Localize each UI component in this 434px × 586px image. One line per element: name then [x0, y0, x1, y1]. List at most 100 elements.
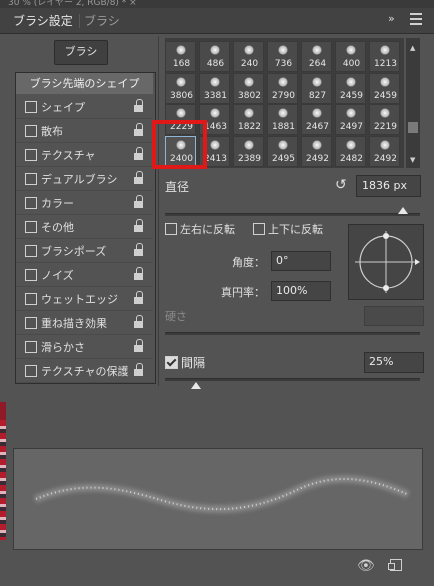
size-slider-knob[interactable] — [398, 207, 408, 214]
angle-roundness-preview[interactable] — [348, 224, 424, 300]
brush-size-label: 3381 — [204, 90, 227, 101]
brush-tip-icon — [380, 108, 390, 118]
brush-tip-icon — [312, 45, 322, 55]
option-item[interactable]: ブラシポーズ — [16, 239, 153, 263]
brush-tip-shape-item[interactable]: ブラシ先端のシェイプ — [16, 73, 153, 94]
lock-icon[interactable] — [134, 315, 144, 328]
spacing-slider-track[interactable] — [165, 378, 420, 381]
brush-preset[interactable]: 2495 — [267, 135, 298, 167]
spacing-input[interactable]: 25% — [364, 352, 424, 373]
brush-preset[interactable]: 2389 — [233, 135, 264, 167]
brush-preset[interactable]: 2459 — [369, 72, 400, 104]
roundness-input[interactable]: 100% — [271, 281, 331, 301]
option-item[interactable]: その他 — [16, 215, 153, 239]
option-item[interactable]: 重ね描き効果 — [16, 311, 153, 335]
option-item[interactable]: 滑らかさ — [16, 335, 153, 359]
brush-size-label: 486 — [206, 59, 225, 69]
brush-tip-icon — [346, 76, 356, 87]
option-checkbox[interactable] — [25, 173, 37, 185]
option-checkbox[interactable] — [25, 365, 37, 377]
brush-size-label: 2492 — [374, 153, 397, 164]
tab-brush-settings[interactable]: ブラシ設定 — [13, 12, 73, 29]
option-checkbox[interactable] — [25, 101, 37, 113]
angle-input[interactable]: 0° — [271, 251, 331, 271]
brush-preset[interactable]: 2790 — [267, 72, 298, 104]
brush-size-label: 2389 — [238, 153, 261, 164]
option-label: その他 — [41, 221, 74, 234]
brush-preset[interactable]: 736 — [267, 41, 298, 72]
flip-y-label: 上下に反転 — [268, 223, 323, 236]
brush-preset[interactable]: 2219 — [369, 104, 400, 135]
option-item[interactable]: デュアルブラシ — [16, 167, 153, 191]
brush-preset[interactable]: 240 — [233, 41, 264, 72]
option-checkbox[interactable] — [25, 149, 37, 161]
spacing-checkbox[interactable] — [165, 356, 178, 369]
grid-scrollbar[interactable] — [406, 38, 420, 168]
brush-preset[interactable]: 2497 — [335, 104, 366, 135]
size-input[interactable]: 1836 px — [356, 175, 421, 197]
brush-tip-icon — [278, 76, 288, 87]
flip-y-checkbox[interactable] — [253, 223, 265, 235]
lock-icon[interactable] — [134, 147, 144, 160]
brush-preset[interactable]: 486 — [199, 41, 230, 72]
option-item[interactable]: 散布 — [16, 119, 153, 143]
brush-preset[interactable]: 1822 — [233, 104, 264, 135]
lock-icon[interactable] — [134, 267, 144, 280]
reset-size-icon[interactable]: ↺ — [335, 177, 347, 193]
scroll-up-icon[interactable]: ▲ — [410, 44, 415, 52]
brush-preset[interactable]: 264 — [301, 41, 332, 72]
lock-icon[interactable] — [134, 339, 144, 352]
brushes-button[interactable]: ブラシ — [54, 40, 108, 65]
lock-icon[interactable] — [134, 219, 144, 232]
collapse-icon[interactable]: » — [388, 12, 395, 25]
lock-icon[interactable] — [134, 123, 144, 136]
scroll-down-icon[interactable]: ▼ — [410, 156, 415, 164]
brush-tip-icon — [380, 45, 390, 55]
panel-menu-icon[interactable] — [410, 13, 422, 28]
option-item[interactable]: カラー — [16, 191, 153, 215]
brush-preset[interactable]: 3806 — [165, 72, 196, 104]
eye-icon[interactable]: 👁 — [357, 558, 375, 574]
option-checkbox[interactable] — [25, 221, 37, 233]
lock-icon[interactable] — [134, 243, 144, 256]
option-checkbox[interactable] — [25, 317, 37, 329]
option-checkbox[interactable] — [25, 293, 37, 305]
tab-brushes[interactable]: ブラシ — [84, 12, 120, 29]
tip-preview-graphic — [355, 231, 420, 293]
option-item[interactable]: ノイズ — [16, 263, 153, 287]
option-checkbox[interactable] — [25, 125, 37, 137]
option-item[interactable]: テクスチャ — [16, 143, 153, 167]
new-preset-icon[interactable] — [388, 559, 402, 571]
lock-icon[interactable] — [134, 363, 144, 376]
brush-preset[interactable]: 2467 — [301, 104, 332, 135]
option-item[interactable]: ウェットエッジ — [16, 287, 153, 311]
brush-preset[interactable]: 3381 — [199, 72, 230, 104]
roundness-label: 真円率： — [221, 286, 265, 299]
size-slider-track[interactable] — [165, 213, 420, 216]
brush-preset[interactable]: 168 — [165, 41, 196, 72]
brush-preset[interactable]: 2482 — [335, 135, 366, 167]
brush-preset[interactable]: 1881 — [267, 104, 298, 135]
lock-icon[interactable] — [134, 291, 144, 304]
brush-preset[interactable]: 1213 — [369, 41, 400, 72]
option-item[interactable]: テクスチャの保護 — [16, 359, 153, 383]
option-checkbox[interactable] — [25, 197, 37, 209]
brush-preset[interactable]: 2492 — [301, 135, 332, 167]
option-item[interactable]: シェイプ — [16, 95, 153, 119]
brush-tip-icon — [312, 108, 322, 118]
option-checkbox[interactable] — [25, 341, 37, 353]
lock-icon[interactable] — [134, 99, 144, 112]
brush-preset[interactable]: 827 — [301, 72, 332, 104]
spacing-slider-knob[interactable] — [191, 382, 201, 389]
lock-icon[interactable] — [134, 195, 144, 208]
brush-preset[interactable]: 2459 — [335, 72, 366, 104]
lock-icon[interactable] — [134, 171, 144, 184]
option-checkbox[interactable] — [25, 269, 37, 281]
scroll-thumb[interactable] — [408, 122, 418, 133]
option-checkbox[interactable] — [25, 245, 37, 257]
flip-x-checkbox[interactable] — [165, 223, 177, 235]
brush-preset[interactable]: 3802 — [233, 72, 264, 104]
brush-preset[interactable]: 400 — [335, 41, 366, 72]
brush-preset[interactable]: 2492 — [369, 135, 400, 167]
document-tab[interactable]: 30 % (レイヤー 2, RGB/8) * × — [8, 0, 137, 8]
